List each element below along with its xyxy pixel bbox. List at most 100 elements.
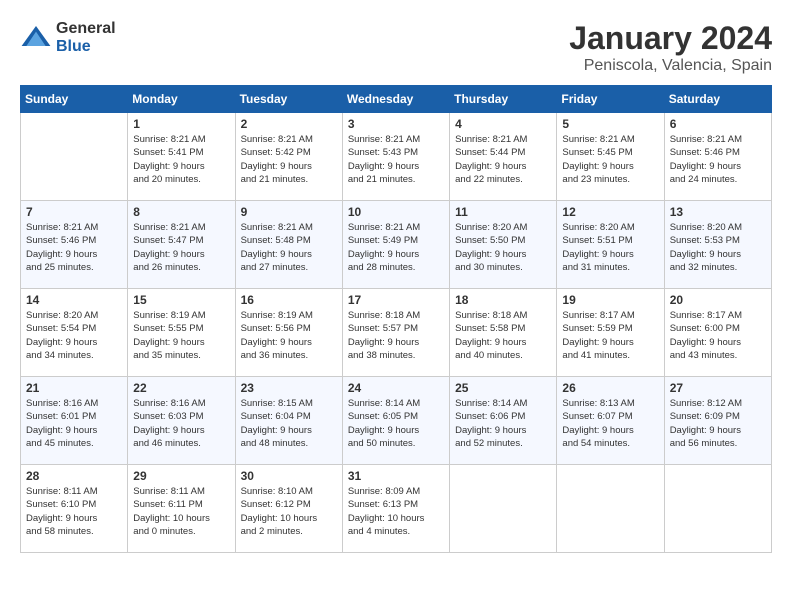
day-info: Sunrise: 8:10 AM Sunset: 6:12 PM Dayligh… (241, 485, 337, 538)
day-number: 8 (133, 205, 229, 219)
calendar-cell: 24 Sunrise: 8:14 AM Sunset: 6:05 PM Dayli… (342, 377, 449, 465)
weekday-header: Saturday (664, 86, 771, 113)
calendar-cell (21, 113, 128, 201)
calendar-cell: 14Sunrise: 8:20 AM Sunset: 5:54 PM Dayli… (21, 289, 128, 377)
weekday-header: Tuesday (235, 86, 342, 113)
day-number: 12 (562, 205, 658, 219)
day-info: Sunrise: 8:21 AM Sunset: 5:42 PM Dayligh… (241, 133, 337, 186)
day-info: Sunrise: 8:21 AM Sunset: 5:49 PM Dayligh… (348, 221, 444, 274)
day-info: Sunrise: 8:11 AM Sunset: 6:10 PM Dayligh… (26, 485, 122, 538)
calendar-cell: 12 Sunrise: 8:20 AM Sunset: 5:51 PM Dayli… (557, 201, 664, 289)
day-number: 1 (133, 117, 229, 131)
calendar-cell: 22 Sunrise: 8:16 AM Sunset: 6:03 PM Dayli… (128, 377, 235, 465)
calendar-week-row: 7 Sunrise: 8:21 AM Sunset: 5:46 PM Daylig… (21, 201, 772, 289)
month-title: January 2024 (569, 20, 772, 57)
day-number: 28 (26, 469, 122, 483)
day-info: Sunrise: 8:20 AM Sunset: 5:51 PM Dayligh… (562, 221, 658, 274)
calendar-cell: 2 Sunrise: 8:21 AM Sunset: 5:42 PM Daylig… (235, 113, 342, 201)
day-number: 7 (26, 205, 122, 219)
day-number: 30 (241, 469, 337, 483)
day-info: Sunrise: 8:21 AM Sunset: 5:45 PM Dayligh… (562, 133, 658, 186)
calendar-cell: 30 Sunrise: 8:10 AM Sunset: 6:12 PM Dayli… (235, 465, 342, 553)
weekday-header: Thursday (450, 86, 557, 113)
calendar-cell: 28 Sunrise: 8:11 AM Sunset: 6:10 PM Dayli… (21, 465, 128, 553)
day-number: 18 (455, 293, 551, 307)
day-number: 4 (455, 117, 551, 131)
day-info: Sunrise: 8:11 AM Sunset: 6:11 PM Dayligh… (133, 485, 229, 538)
day-info: Sunrise: 8:16 AM Sunset: 6:03 PM Dayligh… (133, 397, 229, 450)
weekday-header: Monday (128, 86, 235, 113)
weekday-header: Wednesday (342, 86, 449, 113)
day-info: Sunrise: 8:17 AM Sunset: 5:59 PM Dayligh… (562, 309, 658, 362)
logo-text: General Blue (56, 20, 116, 55)
calendar-cell: 29Sunrise: 8:11 AM Sunset: 6:11 PM Dayli… (128, 465, 235, 553)
day-number: 10 (348, 205, 444, 219)
day-number: 27 (670, 381, 766, 395)
day-info: Sunrise: 8:21 AM Sunset: 5:46 PM Dayligh… (26, 221, 122, 274)
day-number: 22 (133, 381, 229, 395)
day-info: Sunrise: 8:14 AM Sunset: 6:05 PM Dayligh… (348, 397, 444, 450)
calendar-cell: 27 Sunrise: 8:12 AM Sunset: 6:09 PM Dayli… (664, 377, 771, 465)
day-number: 26 (562, 381, 658, 395)
day-info: Sunrise: 8:20 AM Sunset: 5:53 PM Dayligh… (670, 221, 766, 274)
calendar-cell: 3Sunrise: 8:21 AM Sunset: 5:43 PM Daylig… (342, 113, 449, 201)
calendar-cell: 19 Sunrise: 8:17 AM Sunset: 5:59 PM Dayli… (557, 289, 664, 377)
day-number: 31 (348, 469, 444, 483)
calendar-cell: 25Sunrise: 8:14 AM Sunset: 6:06 PM Dayli… (450, 377, 557, 465)
day-number: 21 (26, 381, 122, 395)
day-number: 15 (133, 293, 229, 307)
logo: General Blue (20, 20, 116, 55)
calendar: SundayMondayTuesdayWednesdayThursdayFrid… (20, 85, 772, 553)
calendar-cell (557, 465, 664, 553)
calendar-cell: 8 Sunrise: 8:21 AM Sunset: 5:47 PM Daylig… (128, 201, 235, 289)
day-info: Sunrise: 8:16 AM Sunset: 6:01 PM Dayligh… (26, 397, 122, 450)
weekday-header: Sunday (21, 86, 128, 113)
page-header: General Blue January 2024 Peniscola, Val… (20, 20, 772, 75)
day-number: 20 (670, 293, 766, 307)
calendar-cell: 23 Sunrise: 8:15 AM Sunset: 6:04 PM Dayli… (235, 377, 342, 465)
day-number: 13 (670, 205, 766, 219)
day-number: 5 (562, 117, 658, 131)
calendar-cell: 7 Sunrise: 8:21 AM Sunset: 5:46 PM Daylig… (21, 201, 128, 289)
calendar-cell: 21 Sunrise: 8:16 AM Sunset: 6:01 PM Dayli… (21, 377, 128, 465)
calendar-cell (450, 465, 557, 553)
calendar-cell: 20 Sunrise: 8:17 AM Sunset: 6:00 PM Dayli… (664, 289, 771, 377)
calendar-cell: 13 Sunrise: 8:20 AM Sunset: 5:53 PM Dayli… (664, 201, 771, 289)
day-info: Sunrise: 8:12 AM Sunset: 6:09 PM Dayligh… (670, 397, 766, 450)
location: Peniscola, Valencia, Spain (569, 57, 772, 75)
calendar-cell: 26 Sunrise: 8:13 AM Sunset: 6:07 PM Dayli… (557, 377, 664, 465)
calendar-cell: 9Sunrise: 8:21 AM Sunset: 5:48 PM Daylig… (235, 201, 342, 289)
calendar-cell: 15 Sunrise: 8:19 AM Sunset: 5:55 PM Dayli… (128, 289, 235, 377)
calendar-cell: 6Sunrise: 8:21 AM Sunset: 5:46 PM Daylig… (664, 113, 771, 201)
calendar-week-row: 28 Sunrise: 8:11 AM Sunset: 6:10 PM Dayli… (21, 465, 772, 553)
calendar-cell: 16 Sunrise: 8:19 AM Sunset: 5:56 PM Dayli… (235, 289, 342, 377)
day-number: 17 (348, 293, 444, 307)
day-info: Sunrise: 8:21 AM Sunset: 5:46 PM Dayligh… (670, 133, 766, 186)
calendar-cell: 31 Sunrise: 8:09 AM Sunset: 6:13 PM Dayli… (342, 465, 449, 553)
day-number: 9 (241, 205, 337, 219)
calendar-cell: 1Sunrise: 8:21 AM Sunset: 5:41 PM Daylig… (128, 113, 235, 201)
day-number: 23 (241, 381, 337, 395)
day-info: Sunrise: 8:17 AM Sunset: 6:00 PM Dayligh… (670, 309, 766, 362)
calendar-cell: 11Sunrise: 8:20 AM Sunset: 5:50 PM Dayli… (450, 201, 557, 289)
day-info: Sunrise: 8:13 AM Sunset: 6:07 PM Dayligh… (562, 397, 658, 450)
day-number: 2 (241, 117, 337, 131)
day-number: 24 (348, 381, 444, 395)
weekday-header: Friday (557, 86, 664, 113)
day-info: Sunrise: 8:19 AM Sunset: 5:55 PM Dayligh… (133, 309, 229, 362)
day-info: Sunrise: 8:18 AM Sunset: 5:57 PM Dayligh… (348, 309, 444, 362)
weekday-row: SundayMondayTuesdayWednesdayThursdayFrid… (21, 86, 772, 113)
day-info: Sunrise: 8:09 AM Sunset: 6:13 PM Dayligh… (348, 485, 444, 538)
day-number: 16 (241, 293, 337, 307)
day-info: Sunrise: 8:18 AM Sunset: 5:58 PM Dayligh… (455, 309, 551, 362)
logo-general: General (56, 20, 116, 38)
day-info: Sunrise: 8:19 AM Sunset: 5:56 PM Dayligh… (241, 309, 337, 362)
calendar-header: SundayMondayTuesdayWednesdayThursdayFrid… (21, 86, 772, 113)
day-info: Sunrise: 8:20 AM Sunset: 5:50 PM Dayligh… (455, 221, 551, 274)
day-info: Sunrise: 8:15 AM Sunset: 6:04 PM Dayligh… (241, 397, 337, 450)
calendar-body: 1Sunrise: 8:21 AM Sunset: 5:41 PM Daylig… (21, 113, 772, 553)
day-info: Sunrise: 8:21 AM Sunset: 5:47 PM Dayligh… (133, 221, 229, 274)
day-number: 19 (562, 293, 658, 307)
logo-blue: Blue (56, 38, 116, 56)
calendar-cell: 10 Sunrise: 8:21 AM Sunset: 5:49 PM Dayli… (342, 201, 449, 289)
